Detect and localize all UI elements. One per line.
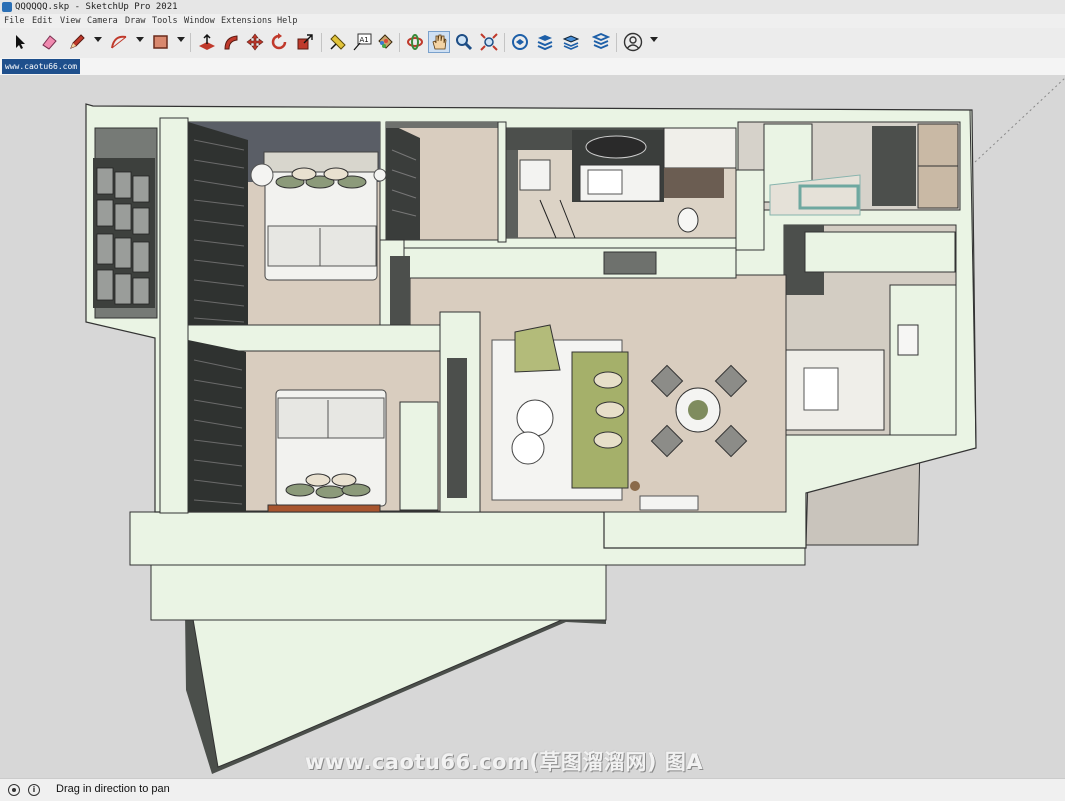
- move-icon: [246, 33, 264, 51]
- geo-location-icon[interactable]: [8, 784, 20, 796]
- rectangle-tool-button[interactable]: [150, 31, 172, 53]
- zoom-tool-button[interactable]: [453, 31, 475, 53]
- follow-me-icon: [224, 35, 238, 50]
- menu-view[interactable]: View: [60, 14, 80, 28]
- bedroom-top: [187, 121, 387, 328]
- kitchen: [783, 224, 957, 436]
- zoom-extents-icon: [480, 33, 498, 51]
- 3d-warehouse-button[interactable]: [509, 31, 531, 53]
- rotate-icon: [271, 33, 287, 50]
- menu-extensions[interactable]: Extensions: [221, 14, 272, 28]
- select-tool-button[interactable]: [9, 31, 31, 53]
- watermark-text: www.caotu66.com(草图溜溜网) 图A: [305, 750, 704, 774]
- rotate-tool-button[interactable]: [268, 31, 290, 53]
- toolbar-separator: [190, 33, 191, 52]
- window-title: QQQQQQ.skp - SketchUp Pro 2021: [15, 2, 178, 12]
- toolbar-separator: [504, 33, 505, 52]
- large-toolset-toolbar: A1: [0, 28, 1065, 59]
- menu-help[interactable]: Help: [277, 14, 297, 28]
- left-window-wing: [93, 127, 158, 319]
- layout-icon: [562, 35, 580, 50]
- info-icon[interactable]: i: [28, 784, 40, 796]
- menu-edit[interactable]: Edit: [32, 14, 52, 28]
- scene-tab-strip: www.caotu66.com: [0, 58, 1065, 75]
- rectangle-dropdown-arrow[interactable]: [177, 37, 185, 42]
- text-icon: A1: [353, 33, 372, 51]
- rectangle-icon: [153, 35, 168, 49]
- line-dropdown-arrow[interactable]: [94, 37, 102, 42]
- menu-camera[interactable]: Camera: [87, 14, 118, 28]
- tape-measure-tool-button[interactable]: [327, 31, 349, 53]
- status-message: Drag in direction to pan: [56, 783, 170, 795]
- layout-button[interactable]: [560, 31, 582, 53]
- extension-manager-icon: [592, 33, 610, 49]
- follow-me-tool-button[interactable]: [220, 31, 242, 53]
- toolbar-separator: [399, 33, 400, 52]
- sketchup-app-icon: [2, 2, 12, 12]
- tape-measure-icon: [330, 34, 346, 50]
- status-bar: i Drag in direction to pan: [0, 778, 1065, 801]
- eraser-icon: [42, 35, 57, 50]
- account-dropdown-arrow[interactable]: [650, 37, 658, 42]
- arc-tool-button[interactable]: [108, 31, 130, 53]
- user-icon: [623, 32, 643, 52]
- zoom-icon: [456, 34, 473, 51]
- toolbar-separator: [616, 33, 617, 52]
- warehouse-icon: [512, 34, 528, 50]
- text-tool-label: A1: [360, 36, 369, 44]
- toolbar-separator: [321, 33, 322, 52]
- menu-bar: File Edit View Camera Draw Tools Window …: [0, 14, 1065, 28]
- arc-dropdown-arrow[interactable]: [136, 37, 144, 42]
- title-bar: QQQQQQ.skp - SketchUp Pro 2021: [0, 0, 1065, 14]
- menu-draw[interactable]: Draw: [125, 14, 145, 28]
- eraser-tool-button[interactable]: [38, 31, 60, 53]
- push-pull-icon: [199, 33, 215, 50]
- text-tool-button[interactable]: A1: [351, 31, 373, 53]
- scale-icon: [297, 34, 313, 50]
- scene-tab[interactable]: www.caotu66.com: [2, 59, 80, 74]
- move-tool-button[interactable]: [244, 31, 266, 53]
- closet-top: [385, 121, 499, 241]
- paint-bucket-tool-button[interactable]: [374, 31, 396, 53]
- orbit-icon: [407, 34, 423, 50]
- extension-warehouse-icon: [537, 35, 553, 51]
- account-button[interactable]: [622, 31, 644, 53]
- pencil-icon: [70, 34, 85, 49]
- arrow-cursor-icon: [16, 35, 25, 49]
- menu-file[interactable]: File: [4, 14, 24, 28]
- arc-icon: [111, 35, 127, 49]
- entry-hall: [737, 121, 961, 216]
- hand-icon: [432, 34, 447, 50]
- line-tool-button[interactable]: [66, 31, 88, 53]
- extension-manager-button[interactable]: [590, 31, 612, 53]
- living-room: [399, 247, 787, 513]
- scale-tool-button[interactable]: [294, 31, 316, 53]
- push-pull-tool-button[interactable]: [196, 31, 218, 53]
- orbit-tool-button[interactable]: [404, 31, 426, 53]
- zoom-extents-tool-button[interactable]: [478, 31, 500, 53]
- bedroom-bottom: [187, 340, 441, 513]
- model-viewport[interactable]: [0, 76, 1065, 778]
- bathroom: [503, 127, 737, 239]
- paint-bucket-icon: [378, 34, 393, 49]
- extension-warehouse-button[interactable]: [534, 31, 556, 53]
- menu-window[interactable]: Window: [184, 14, 215, 28]
- menu-tools[interactable]: Tools: [152, 14, 178, 28]
- pan-tool-button[interactable]: [428, 31, 450, 53]
- floor-plan-model: [0, 76, 1065, 778]
